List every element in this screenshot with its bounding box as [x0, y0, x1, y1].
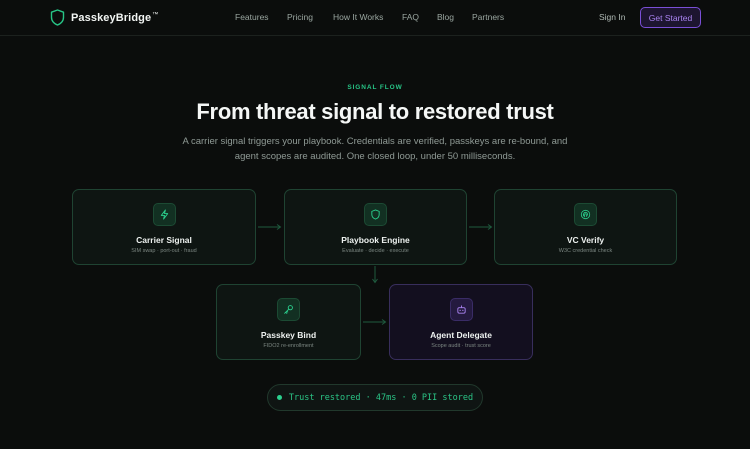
arrow-down-icon	[372, 266, 378, 284]
arrow-right-icon	[469, 224, 493, 230]
flow-card-subtitle: SIM swap · port-out · fraud	[131, 248, 197, 254]
flow-card-subtitle: FIDO2 re-enrollment	[263, 343, 314, 349]
fingerprint-icon	[574, 203, 597, 226]
status-text: Trust restored · 47ms · 0 PII stored	[288, 392, 474, 403]
flow-card-title: VC Verify	[566, 235, 605, 245]
nav-link-faq[interactable]: FAQ	[402, 12, 419, 22]
flow-card-subtitle: W3C credential check	[558, 248, 613, 254]
nav-link-blog[interactable]: Blog	[437, 12, 454, 22]
nav-link-partners[interactable]: Partners	[472, 12, 504, 22]
page-title: From threat signal to restored trust	[196, 99, 554, 124]
robot-icon	[449, 298, 473, 321]
site-header: PasskeyBridge™ Features Pricing How It W…	[0, 0, 750, 36]
flow-card-title: Passkey Bind	[260, 330, 317, 340]
lightning-icon	[152, 203, 176, 226]
flow-card-carrier-signal: Carrier Signal SIM swap · port-out · fra…	[72, 189, 256, 265]
arrow-right-icon	[258, 224, 282, 230]
arrow-right-icon	[363, 319, 387, 325]
brand-logo[interactable]: PasskeyBridge™	[50, 9, 158, 26]
nav-link-how-it-works[interactable]: How It Works	[333, 12, 383, 22]
flow-card-title: Carrier Signal	[136, 235, 192, 245]
trust-status-pill: Trust restored · 47ms · 0 PII stored	[267, 384, 483, 411]
hero-subtitle: A carrier signal triggers your playbook.…	[182, 136, 568, 162]
get-started-button[interactable]: Get Started	[640, 7, 701, 28]
flow-card-title: Agent Delegate	[430, 330, 492, 340]
nav-link-features[interactable]: Features	[235, 12, 269, 22]
shield-icon	[364, 203, 387, 226]
sign-in-link[interactable]: Sign In	[599, 12, 625, 22]
flow-card-agent-delegate: Agent Delegate Scope audit · trust score	[389, 284, 533, 360]
nav-link-pricing[interactable]: Pricing	[287, 12, 313, 22]
section-eyebrow: SIGNAL FLOW	[347, 84, 403, 91]
status-dot-icon	[276, 395, 282, 400]
flow-card-playbook-engine: Playbook Engine Evaluate · decide · exec…	[284, 189, 467, 265]
brand-name: PasskeyBridge™	[71, 11, 159, 24]
key-icon	[277, 298, 300, 321]
flow-card-subtitle: Evaluate · decide · execute	[342, 248, 409, 254]
flow-card-vc-verify: VC Verify W3C credential check	[494, 189, 677, 265]
flow-card-passkey-bind: Passkey Bind FIDO2 re-enrollment	[216, 284, 361, 360]
flow-card-subtitle: Scope audit · trust score	[431, 343, 491, 349]
shield-logo-icon	[50, 9, 65, 26]
flow-card-title: Playbook Engine	[341, 235, 410, 245]
